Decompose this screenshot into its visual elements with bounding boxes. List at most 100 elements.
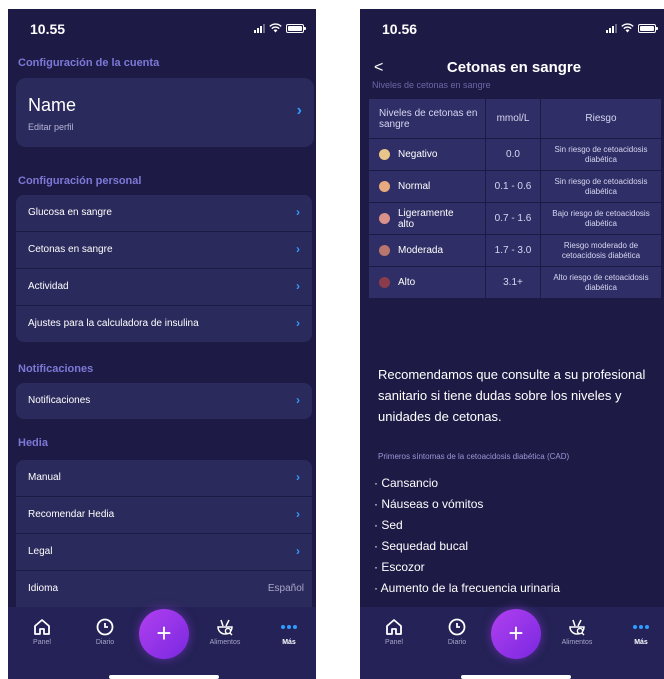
chevron-right-icon: ›: [296, 205, 300, 219]
list-item: · Sequedad bucal: [374, 539, 469, 553]
home-icon: [386, 619, 402, 635]
notifications-section-title: Notificaciones: [18, 363, 94, 375]
level-color-dot: [379, 149, 390, 160]
level-range: 3.1+: [485, 266, 541, 299]
profile-subtitle: Editar perfil: [28, 122, 74, 132]
level-name: Alto: [398, 277, 416, 288]
chevron-right-icon: ›: [296, 544, 300, 558]
tab-alimentos[interactable]: Alimentos: [200, 617, 250, 646]
level-range: 0.1 - 0.6: [485, 170, 541, 203]
tab-panel[interactable]: Panel: [17, 617, 67, 646]
tab-diario[interactable]: Diario: [80, 617, 130, 646]
symptoms-title: Primeros síntomas de la cetoacidosis dia…: [378, 452, 570, 461]
level-name: Negativo: [398, 149, 438, 160]
wifi-icon: [621, 23, 634, 33]
account-section-title: Configuración de la cuenta: [18, 57, 160, 69]
table-header-row: Niveles de cetonas en sangre mmol/L Ries…: [368, 98, 662, 139]
settings-item-actividad[interactable]: Actividad ›: [16, 269, 312, 305]
tab-panel[interactable]: Panel: [369, 617, 419, 646]
language-value: Español: [267, 583, 304, 594]
home-indicator: [461, 675, 571, 679]
level-risk: Alto riesgo de cetoacidosis diabética: [540, 266, 662, 299]
settings-item-legal[interactable]: Legal ›: [16, 534, 312, 570]
level-range: 1.7 - 3.0: [485, 234, 541, 267]
settings-item-label: Notificaciones: [28, 395, 91, 406]
tab-mas[interactable]: Más: [264, 617, 314, 646]
settings-item-glucosa[interactable]: Glucosa en sangre ›: [16, 195, 312, 231]
table-row: Normal 0.1 - 0.6 Sin riesgo de cetoacido…: [368, 170, 662, 203]
add-button[interactable]: +: [139, 609, 189, 659]
wifi-icon: [269, 23, 282, 33]
settings-item-insulina[interactable]: Ajustes para la calculadora de insulina …: [16, 306, 312, 342]
clock-icon: [96, 618, 114, 636]
tab-diario[interactable]: Diario: [432, 617, 482, 646]
tab-alimentos[interactable]: Alimentos: [552, 617, 602, 646]
level-risk: Sin riesgo de cetoacidosis diabética: [540, 170, 662, 203]
symptoms-list: · Cansancio · Náuseas o vómitos · Sed · …: [374, 473, 560, 599]
level-name: Moderada: [398, 245, 444, 256]
settings-item-idioma[interactable]: Idioma Español: [16, 571, 312, 607]
food-bowl-icon: [217, 619, 233, 636]
page-title: Cetonas en sangre: [446, 59, 582, 76]
table-row: Moderada 1.7 - 3.0 Riesgo moderado de ce…: [368, 234, 662, 267]
recommendation-text: Recomendamos que consulte a su profesion…: [378, 367, 646, 424]
level-risk: Riesgo moderado de cetoacidosis diabétic…: [540, 234, 662, 267]
tab-mas[interactable]: Más: [616, 617, 664, 646]
status-time: 10.56: [382, 21, 418, 37]
chevron-right-icon: ›: [296, 393, 300, 407]
tab-label: Más: [282, 639, 296, 646]
list-item: · Sed: [374, 518, 403, 532]
tab-label: Panel: [33, 639, 51, 646]
add-button[interactable]: +: [491, 609, 541, 659]
settings-item-manual[interactable]: Manual ›: [16, 460, 312, 496]
level-color-dot: [379, 181, 390, 192]
settings-item-label: Glucosa en sangre: [28, 207, 112, 218]
settings-item-label: Legal: [28, 546, 53, 557]
level-name: Ligeramente alto: [398, 207, 454, 230]
settings-item-recomendar[interactable]: Recomendar Hedia ›: [16, 497, 312, 533]
ketone-levels-table: Niveles de cetonas en sangre mmol/L Ries…: [368, 98, 662, 299]
signal-icon: [606, 23, 617, 33]
scrolled-header-text: Niveles de cetonas en sangre: [372, 80, 491, 90]
tab-label: Alimentos: [561, 639, 593, 646]
level-range: 0.7 - 1.6: [485, 202, 541, 235]
system-indicators: [606, 23, 658, 33]
tab-label: Diario: [447, 639, 467, 646]
battery-icon: [638, 23, 658, 33]
table-row: Negativo 0.0 Sin riesgo de cetoacidosis …: [368, 138, 662, 171]
level-color-dot: [379, 213, 390, 224]
chevron-right-icon: ›: [296, 279, 300, 293]
list-item: · Cansancio: [374, 476, 439, 490]
tab-label: Más: [634, 639, 648, 646]
level-risk: Sin riesgo de cetoacidosis diabética: [540, 138, 662, 171]
settings-item-cetonas[interactable]: Cetonas en sangre ›: [16, 232, 312, 268]
signal-icon: [254, 23, 265, 33]
edit-profile-card[interactable]: Name Editar perfil ›: [16, 78, 314, 147]
status-time: 10.55: [30, 21, 66, 37]
tab-label: Diario: [95, 639, 115, 646]
column-header-unit: mmol/L: [485, 98, 541, 139]
table-row: Alto 3.1+ Alto riesgo de cetoacidosis di…: [368, 266, 662, 299]
ketones-info-screen: 10.56 < Cetonas en sangre Niveles de cet…: [360, 9, 664, 679]
level-range: 0.0: [485, 138, 541, 171]
chevron-right-icon: ›: [296, 470, 300, 484]
home-icon: [34, 619, 50, 635]
chevron-right-icon: ›: [296, 507, 300, 521]
chevron-right-icon: ›: [296, 242, 300, 256]
battery-icon: [286, 23, 306, 33]
chevron-right-icon: ›: [296, 316, 300, 330]
level-risk: Bajo riesgo de cetoacidosis diabética: [540, 202, 662, 235]
hedia-section-title: Hedia: [18, 437, 48, 449]
settings-item-label: Ajustes para la calculadora de insulina: [28, 318, 199, 329]
settings-item-label: Idioma: [28, 583, 59, 594]
tab-bar: Panel Diario + Alimentos Más: [8, 607, 316, 679]
chevron-right-icon: ›: [296, 102, 302, 119]
settings-screen: 10.55 Configuración de la cuenta Name Ed…: [8, 9, 316, 679]
level-name: Normal: [398, 181, 431, 192]
status-bar: 10.55: [8, 9, 316, 49]
personal-section-title: Configuración personal: [18, 175, 142, 187]
settings-item-notificaciones[interactable]: Notificaciones ›: [16, 383, 312, 419]
food-bowl-icon: [569, 619, 585, 636]
more-dots-icon: [281, 625, 297, 629]
column-header-level: Niveles de cetonas en sangre: [368, 98, 486, 139]
